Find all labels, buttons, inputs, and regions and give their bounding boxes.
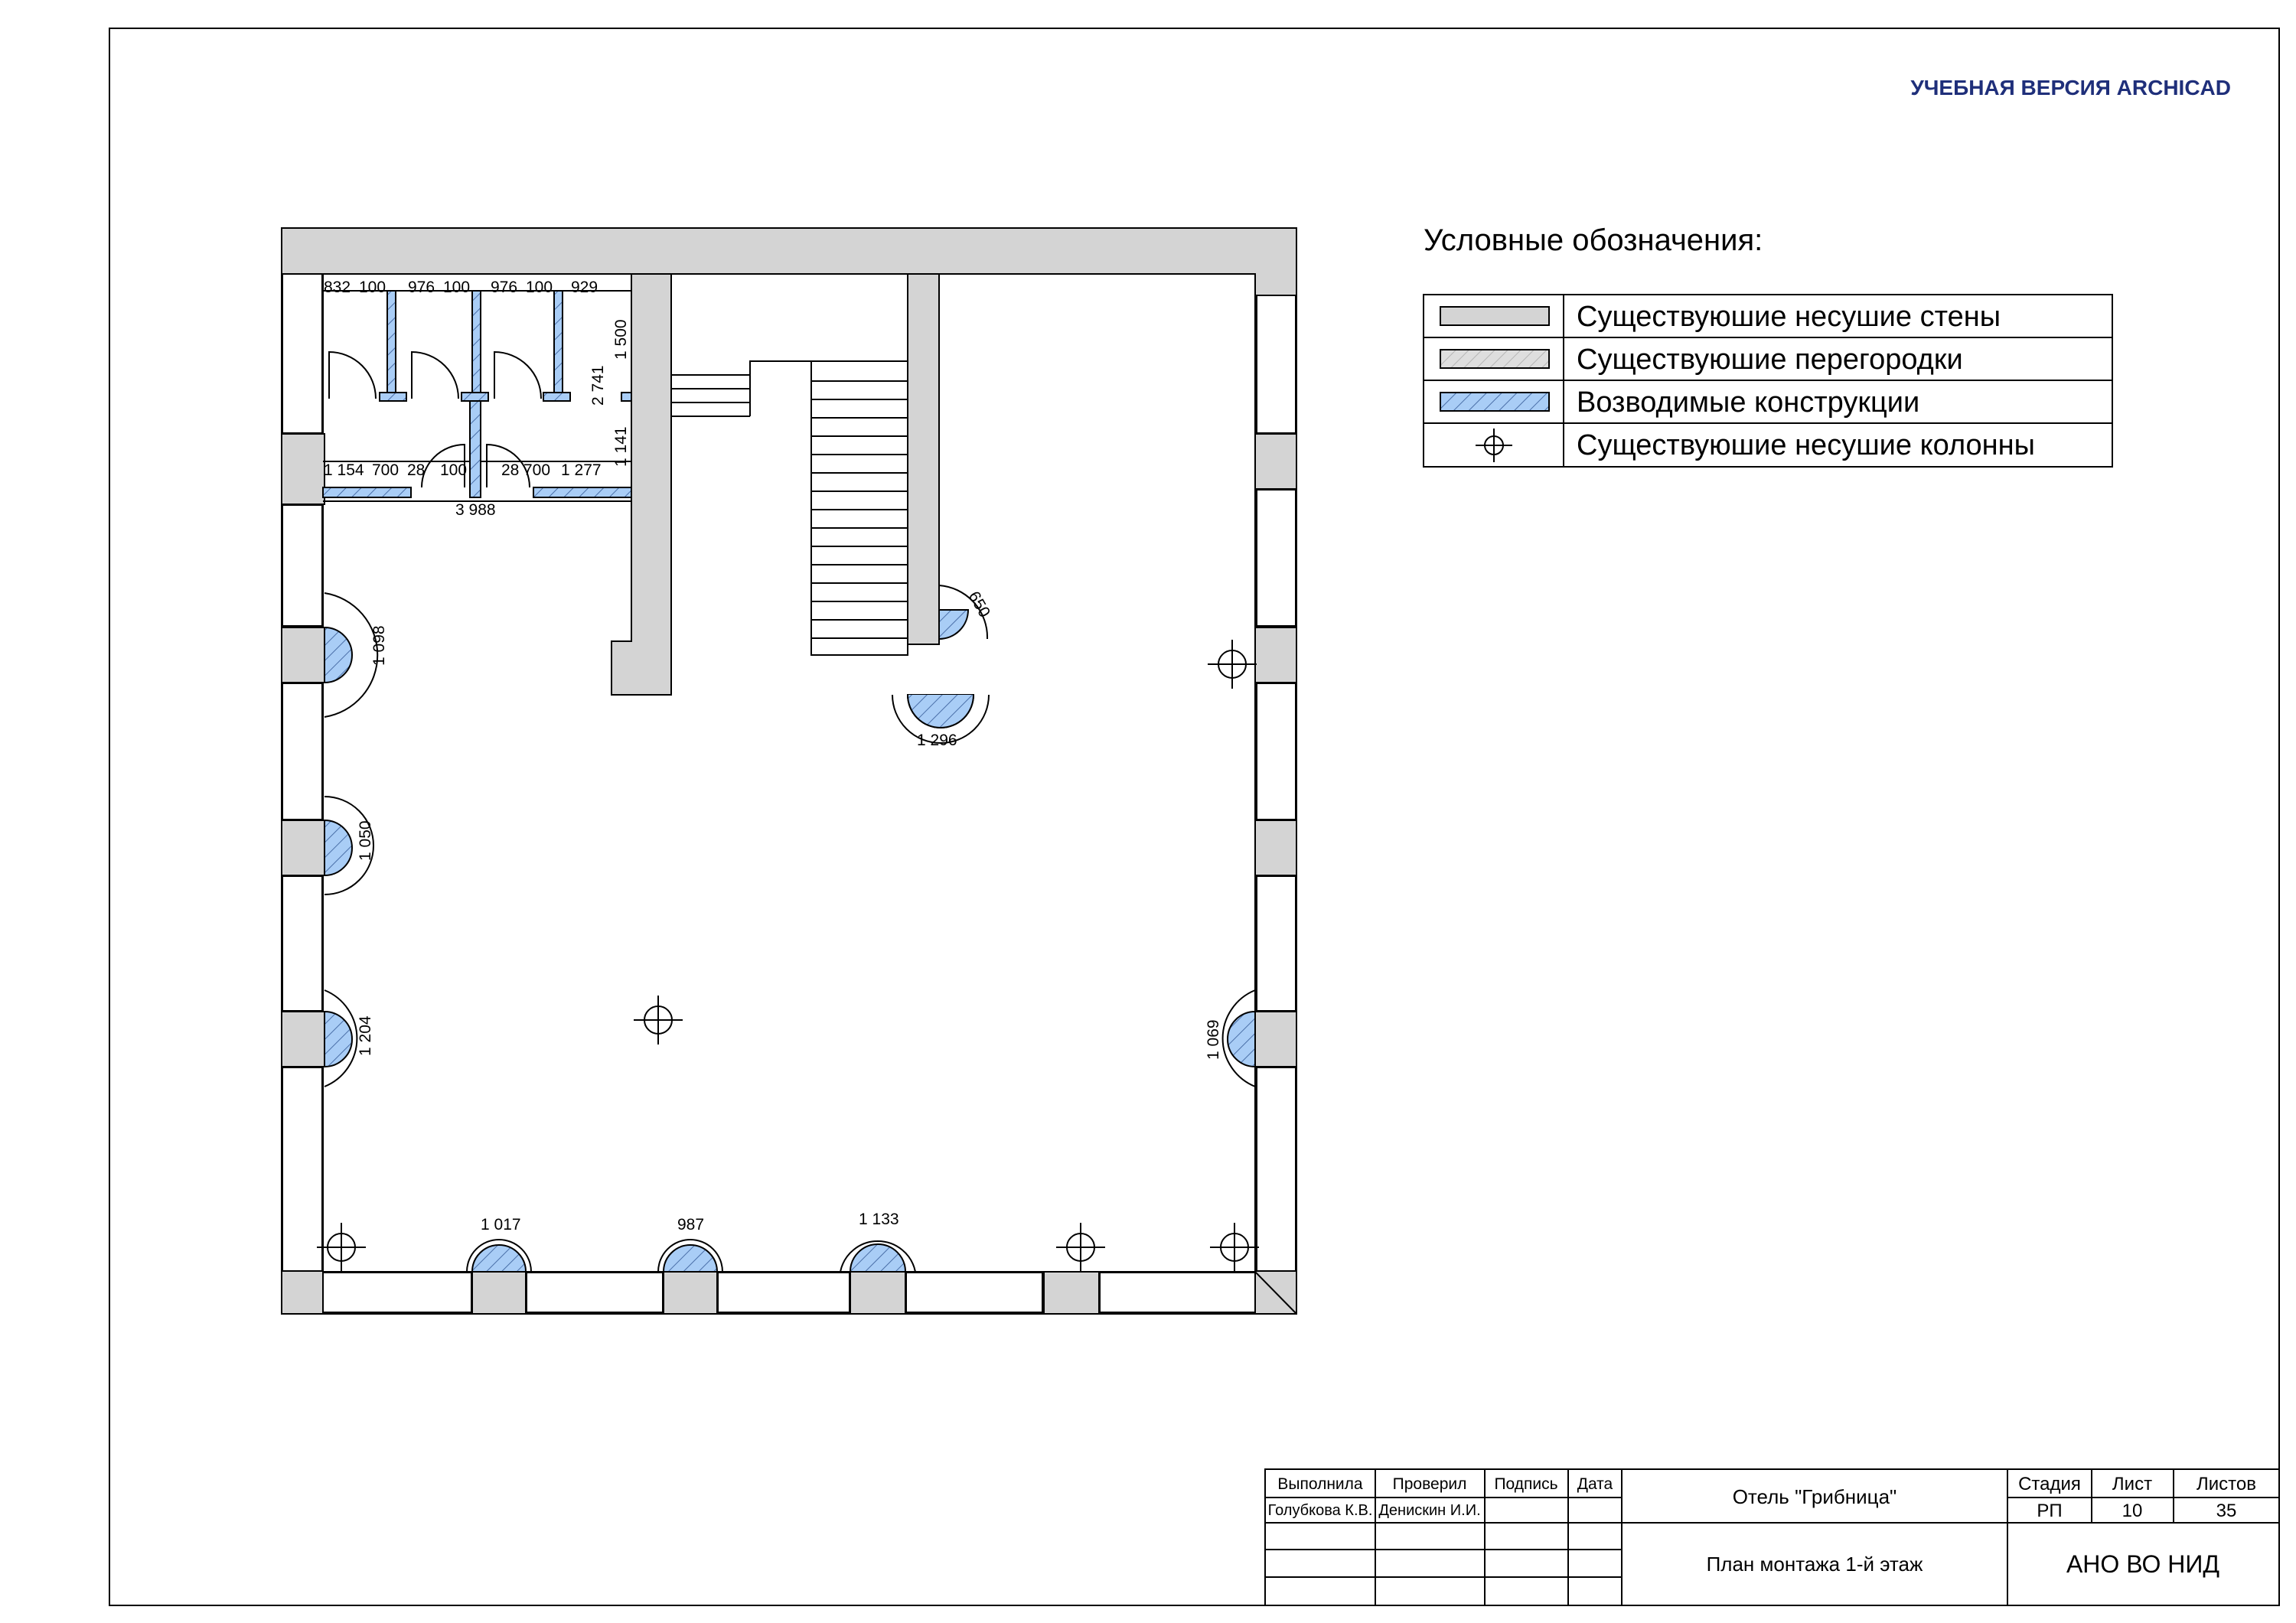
stamp-header-date: Дата xyxy=(1577,1475,1613,1493)
dim-arc-left3: 1 204 xyxy=(357,1015,374,1056)
dim-total: 3 988 xyxy=(455,501,496,519)
dim-arc-stair-top: 650 xyxy=(965,588,993,621)
new-structures xyxy=(324,609,1256,1273)
stamp-stage: РП xyxy=(2037,1501,2062,1521)
dim-bottom-2: 700 xyxy=(372,461,399,479)
dim-bottom-6: 700 xyxy=(523,461,550,479)
floor-plan xyxy=(281,227,1297,1315)
dim-arc-bottom3: 1 133 xyxy=(859,1211,899,1228)
pilaster xyxy=(1254,627,1297,683)
stamp-header-checked: Проверил xyxy=(1393,1475,1467,1493)
legend-swatch-new xyxy=(1440,392,1550,412)
stamp-header-performed: Выполнила xyxy=(1277,1475,1363,1493)
dim-bottom-3: 28 xyxy=(407,461,425,479)
drawing-sheet: УЧЕБНАЯ ВЕРСИЯ ARCHICAD 832 100 976 100 … xyxy=(109,28,2280,1606)
dim-arc-left2: 1 050 xyxy=(357,820,374,861)
pilaster xyxy=(281,1011,325,1067)
pilaster xyxy=(471,1271,527,1315)
stamp-stage-label: Стадия xyxy=(2018,1474,2081,1494)
dim-bottom-5: 28 xyxy=(501,461,519,479)
dim-arc-stair-bottom: 1 296 xyxy=(917,732,957,749)
stamp-header-signature: Подпись xyxy=(1494,1475,1557,1493)
dim-right-2: 2 741 xyxy=(589,365,607,406)
legend-label-column: Существуюшие несушие колонны xyxy=(1577,429,2035,461)
legend-label-wall: Существуюшие несушие стены xyxy=(1577,301,2001,333)
legend-label-partition: Существуюшие перегородки xyxy=(1577,344,1963,376)
outer-load-bearing-wall xyxy=(281,227,1297,1315)
watermark: УЧЕБНАЯ ВЕРСИЯ ARCHICAD xyxy=(1910,76,2231,99)
stamp-sheet-label: Лист xyxy=(2112,1474,2152,1494)
stamp-sheet: 10 xyxy=(2122,1501,2143,1521)
pilaster xyxy=(281,433,325,505)
stamp-project: Отель "Грибница" xyxy=(1733,1485,1897,1508)
stamp-performer: Голубкова К.В. xyxy=(1268,1502,1373,1519)
pilaster xyxy=(663,1271,718,1315)
dim-top-1: 832 xyxy=(324,279,351,296)
stamp-checker: Денискин И.И. xyxy=(1378,1502,1480,1519)
dim-arc-left1: 1 098 xyxy=(370,625,388,666)
staircase xyxy=(671,360,908,656)
dim-arc-right1: 1 069 xyxy=(1205,1019,1222,1060)
legend-label-new: Возводимые конструкции xyxy=(1577,386,1919,419)
dim-bottom-4: 100 xyxy=(440,461,467,479)
dim-bottom-1: 1 154 xyxy=(324,461,364,479)
legend-swatch-wall xyxy=(1440,306,1550,326)
dim-arc-bottom2: 987 xyxy=(677,1216,704,1234)
legend-swatch-partition xyxy=(1440,349,1550,369)
dim-top-2: 100 xyxy=(359,279,386,296)
pilaster xyxy=(1254,433,1297,490)
dim-arc-bottom1: 1 017 xyxy=(481,1216,521,1234)
dim-bottom-7: 1 277 xyxy=(561,461,602,479)
dim-top-6: 100 xyxy=(526,279,553,296)
dim-top-4: 100 xyxy=(443,279,470,296)
pilaster xyxy=(850,1271,906,1315)
dim-right-1: 1 500 xyxy=(612,319,630,360)
dim-right-3: 1 141 xyxy=(612,426,630,467)
dim-top-7: 929 xyxy=(571,279,598,296)
pilaster xyxy=(1043,1271,1100,1315)
pilaster xyxy=(281,627,325,683)
stamp-sheets: 35 xyxy=(2216,1501,2237,1521)
column-symbols xyxy=(316,639,1260,1273)
stamp-organization: АНО ВО НИД xyxy=(2066,1550,2219,1578)
stamp-sheets-label: Листов xyxy=(2197,1474,2256,1494)
dimensions: 832 100 976 100 976 100 929 1 500 2 741 … xyxy=(324,279,1222,1234)
core-wall-right xyxy=(907,273,940,645)
legend: Условные обозначения: Существуюшие несуш… xyxy=(1423,223,2113,468)
pilaster xyxy=(1254,820,1297,876)
stamp-sheet-title: План монтажа 1-й этаж xyxy=(1707,1553,1923,1576)
legend-title: Условные обозначения: xyxy=(1424,223,1763,257)
dim-top-3: 976 xyxy=(408,279,435,296)
pilaster xyxy=(1254,1011,1297,1067)
pilaster xyxy=(281,820,325,876)
legend-column-icon xyxy=(1476,429,1512,462)
dim-top-5: 976 xyxy=(491,279,517,296)
